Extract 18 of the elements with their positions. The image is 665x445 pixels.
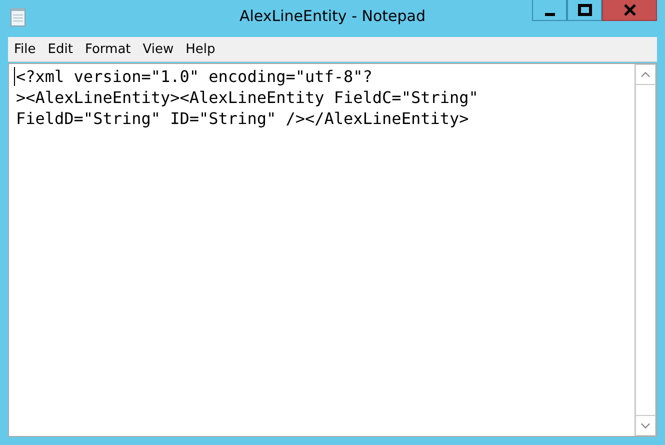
menu-item[interactable]: Format — [78, 42, 137, 56]
text-line: FieldD="String" ID="String" /></AlexLineEntity> — [16, 108, 469, 129]
text-line: <?xml version="1.0" encoding="utf-8"? — [16, 66, 372, 87]
menu-item[interactable]: Help — [180, 42, 222, 56]
text-line: ><AlexLineEntity><AlexLineEntity FieldC="String" — [16, 87, 478, 108]
menu-item[interactable]: View — [136, 42, 180, 56]
notepad-icon — [10, 7, 26, 27]
text-area[interactable]: <?xml version="1.0" encoding="utf-8"? ><AlexLineEntity><AlexLineEntity FieldC="String" FieldD="String" ID="String" /></AlexLineEntity> — [8, 63, 657, 437]
menu-item[interactable]: File — [8, 42, 42, 56]
window-title: AlexLineEntity - Notepad — [240, 7, 426, 25]
close-button[interactable] — [602, 0, 657, 21]
maximize-button[interactable] — [567, 0, 602, 21]
menu-item[interactable]: Edit — [42, 42, 79, 56]
minimize-button[interactable] — [532, 0, 567, 21]
maximize-icon — [578, 4, 592, 16]
minimize-icon — [544, 12, 554, 16]
close-icon — [624, 4, 636, 16]
text-cursor — [14, 67, 15, 86]
